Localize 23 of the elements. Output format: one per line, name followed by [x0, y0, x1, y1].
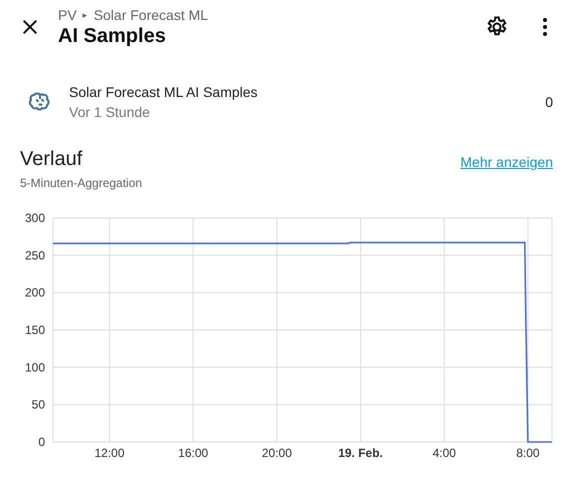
- breadcrumb-separator: ▸: [82, 8, 88, 22]
- x-axis-label: 12:00: [94, 446, 124, 460]
- x-axis-label: 20:00: [262, 446, 292, 460]
- y-axis-label: 250: [24, 248, 45, 262]
- y-axis-label: 300: [24, 211, 45, 225]
- entity-state: 0: [545, 94, 553, 110]
- last-changed: Vor 1 Stunde: [69, 103, 151, 122]
- y-axis-label: 100: [24, 360, 45, 374]
- y-axis-label: 50: [32, 398, 45, 412]
- section-title: Verlauf: [20, 147, 84, 172]
- entity-name: Solar Forecast ML AI Samples: [69, 83, 259, 102]
- y-axis-label: 200: [24, 286, 45, 300]
- show-more-link[interactable]: Mehr anzeigen: [460, 154, 553, 170]
- section-subtitle: 5-Minuten-Aggregation: [20, 176, 142, 190]
- x-axis-label: 4:00: [432, 446, 456, 460]
- breadcrumb-item: Solar Forecast ML: [94, 6, 208, 24]
- y-axis-label: 150: [24, 323, 45, 337]
- x-axis-label: 8:00: [516, 446, 540, 460]
- breadcrumb-item: PV: [58, 6, 77, 24]
- x-axis-label: 16:00: [178, 446, 208, 460]
- y-axis-label: 0: [38, 435, 45, 449]
- x-axis-label: 19. Feb.: [338, 446, 383, 460]
- dialog-title: AI Samples: [58, 24, 167, 48]
